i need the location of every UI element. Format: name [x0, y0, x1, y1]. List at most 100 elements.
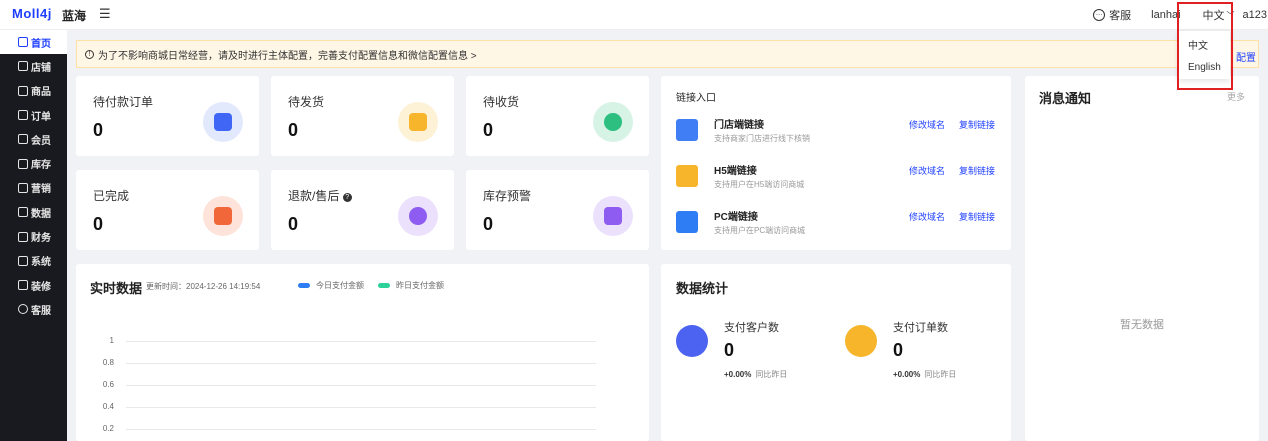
sidebar-item-stock[interactable]: 库存 — [0, 151, 67, 175]
legend-yesterday[interactable]: 昨日支付金额 — [378, 280, 444, 291]
goods-icon — [18, 85, 28, 96]
account-name[interactable]: a123 — [1243, 9, 1267, 21]
order-icon — [18, 110, 28, 121]
sidebar-item-marketing[interactable]: 营销 — [0, 176, 67, 200]
money-bag-icon — [398, 196, 438, 236]
truck-icon — [398, 102, 438, 142]
stat-label: 待付款订单 — [93, 95, 154, 109]
monitor-icon — [676, 211, 698, 233]
home-icon — [18, 37, 28, 48]
sidebar-item-home[interactable]: 首页 — [0, 30, 67, 55]
config-link[interactable]: 配置 — [1236, 49, 1256, 64]
stat-card-stock-warning[interactable]: 库存预警 0 — [466, 170, 649, 250]
sidebar-item-order[interactable]: 订单 — [0, 103, 67, 127]
wallet-icon — [203, 102, 243, 142]
stat-paid-customers: 支付客户数 0 +0.00% 同比昨日 — [676, 319, 846, 389]
h5-icon — [676, 165, 698, 187]
receiver-icon — [593, 102, 633, 142]
y-tick: 0.8 — [102, 358, 114, 367]
realtime-card: 实时数据 更新时间：2024-12-26 14:19:54 今日支付金额 昨日支… — [76, 264, 649, 441]
service-button[interactable]: … 客服 — [1093, 7, 1131, 23]
settings-icon — [18, 255, 28, 266]
notices-title: 消息通知 — [1039, 91, 1092, 106]
links-title: 链接入口 — [676, 93, 716, 104]
sidebar-item-finance[interactable]: 财务 — [0, 224, 67, 248]
links-card: 链接入口 门店端链接 支持商家门店进行线下核销 修改域名 复制链接 H5端链接 … — [661, 76, 1011, 250]
logo[interactable]: Moll4j — [12, 6, 52, 21]
link-name: PC端链接 — [714, 212, 758, 223]
stock-icon — [18, 158, 28, 169]
link-row-store: 门店端链接 支持商家门店进行线下核销 修改域名 复制链接 — [676, 116, 1011, 146]
menu-icon[interactable]: ☰ — [99, 6, 111, 22]
sidebar-item-service[interactable]: 客服 — [0, 297, 67, 321]
decorate-icon — [18, 280, 28, 291]
link-desc: 支持商家门店进行线下核销 — [714, 134, 810, 143]
service-label: 客服 — [1109, 10, 1132, 22]
ds-compare: +0.00% 同比昨日 — [724, 370, 788, 379]
bag-icon — [203, 196, 243, 236]
stat-value: 0 — [288, 120, 299, 140]
stat-label: 已完成 — [93, 189, 130, 203]
stat-paid-orders: 支付订单数 0 +0.00% 同比昨日 — [845, 319, 1015, 389]
data-stats-card: 数据统计 支付客户数 0 +0.00% 同比昨日 支付订单数 0 +0.00% 同比… — [661, 264, 1011, 441]
copy-link-button[interactable]: 复制链接 — [959, 118, 995, 131]
link-name: H5端链接 — [714, 166, 757, 177]
sidebar-item-goods[interactable]: 商品 — [0, 79, 67, 103]
copy-link-button[interactable]: 复制链接 — [959, 164, 995, 177]
grid-line — [126, 363, 596, 364]
stat-label: 待发货 — [288, 95, 325, 109]
legend-today[interactable]: 今日支付金额 — [298, 280, 364, 291]
empty-state: 暂无数据 — [1120, 319, 1164, 331]
sidebar-item-data[interactable]: 数据 — [0, 200, 67, 224]
store-icon — [676, 119, 698, 141]
help-icon[interactable]: ? — [342, 193, 352, 202]
highlight-box — [1177, 2, 1233, 90]
stat-label: 待收货 — [483, 95, 520, 109]
chat-icon — [18, 304, 28, 315]
edit-domain-button[interactable]: 修改域名 — [909, 210, 945, 223]
copy-link-button[interactable]: 复制链接 — [959, 210, 995, 223]
sidebar-item-decorate[interactable]: 装修 — [0, 273, 67, 297]
edit-domain-button[interactable]: 修改域名 — [909, 164, 945, 177]
update-time: 更新时间：2024-12-26 14:19:54 — [146, 282, 261, 291]
link-name: 门店端链接 — [714, 120, 764, 131]
member-icon — [18, 134, 28, 145]
sidebar-item-shop[interactable]: 店铺 — [0, 54, 67, 78]
stat-value: 0 — [483, 120, 494, 140]
edit-domain-button[interactable]: 修改域名 — [909, 118, 945, 131]
stat-card-completed[interactable]: 已完成 0 — [76, 170, 259, 250]
ds-compare: +0.00% 同比昨日 — [893, 370, 957, 379]
ds-label: 支付客户数 — [724, 322, 779, 334]
stat-label: 库存预警 — [483, 189, 532, 203]
stat-card-pending-shipment[interactable]: 待发货 0 — [271, 76, 454, 156]
stat-card-pending-payment[interactable]: 待付款订单 0 — [76, 76, 259, 156]
realtime-title: 实时数据 — [90, 281, 143, 296]
data-stats-title: 数据统计 — [676, 281, 729, 296]
chat-bubble-icon: … — [1093, 9, 1106, 21]
ds-label: 支付订单数 — [893, 322, 948, 334]
data-icon — [18, 207, 28, 218]
sidebar-item-system[interactable]: 系统 — [0, 249, 67, 273]
stat-value: 0 — [93, 214, 104, 234]
legend-swatch — [298, 283, 310, 288]
info-icon: ! — [85, 49, 94, 59]
sidebar: 首页 店铺 商品 订单 会员 库存 营销 数据 财务 系统 装修 客服 — [0, 30, 67, 441]
stat-card-refund[interactable]: 退款/售后 ? 0 — [271, 170, 454, 250]
stat-card-pending-receipt[interactable]: 待收货 0 — [466, 76, 649, 156]
link-desc: 支持用户在H5端访问商城 — [714, 180, 805, 189]
legend-swatch — [378, 283, 390, 288]
top-bar: Moll4j 蓝海 ☰ … 客服 lanhai 中文 ﹀ a123 — [0, 0, 1268, 30]
config-alert: ! 为了不影响商城日常经营，请及时进行主体配置，完善支付配置信息和微信配置信息 … — [76, 40, 1259, 68]
shop-name: 蓝海 — [62, 9, 87, 23]
y-tick: 0.2 — [102, 424, 114, 433]
stat-value: 0 — [288, 214, 299, 234]
link-row-h5: H5端链接 支持用户在H5端访问商城 修改域名 复制链接 — [676, 162, 1011, 192]
alert-text[interactable]: 为了不影响商城日常经营，请及时进行主体配置，完善支付配置信息和微信配置信息 > — [98, 47, 477, 62]
sidebar-item-member[interactable]: 会员 — [0, 127, 67, 151]
more-link[interactable]: 更多 — [1227, 90, 1245, 103]
stat-label: 退款/售后 ? — [288, 187, 352, 204]
clipboard-icon — [845, 325, 877, 357]
y-tick: 0.6 — [102, 380, 114, 389]
gift-icon — [18, 182, 28, 193]
ds-value: 0 — [893, 340, 904, 360]
